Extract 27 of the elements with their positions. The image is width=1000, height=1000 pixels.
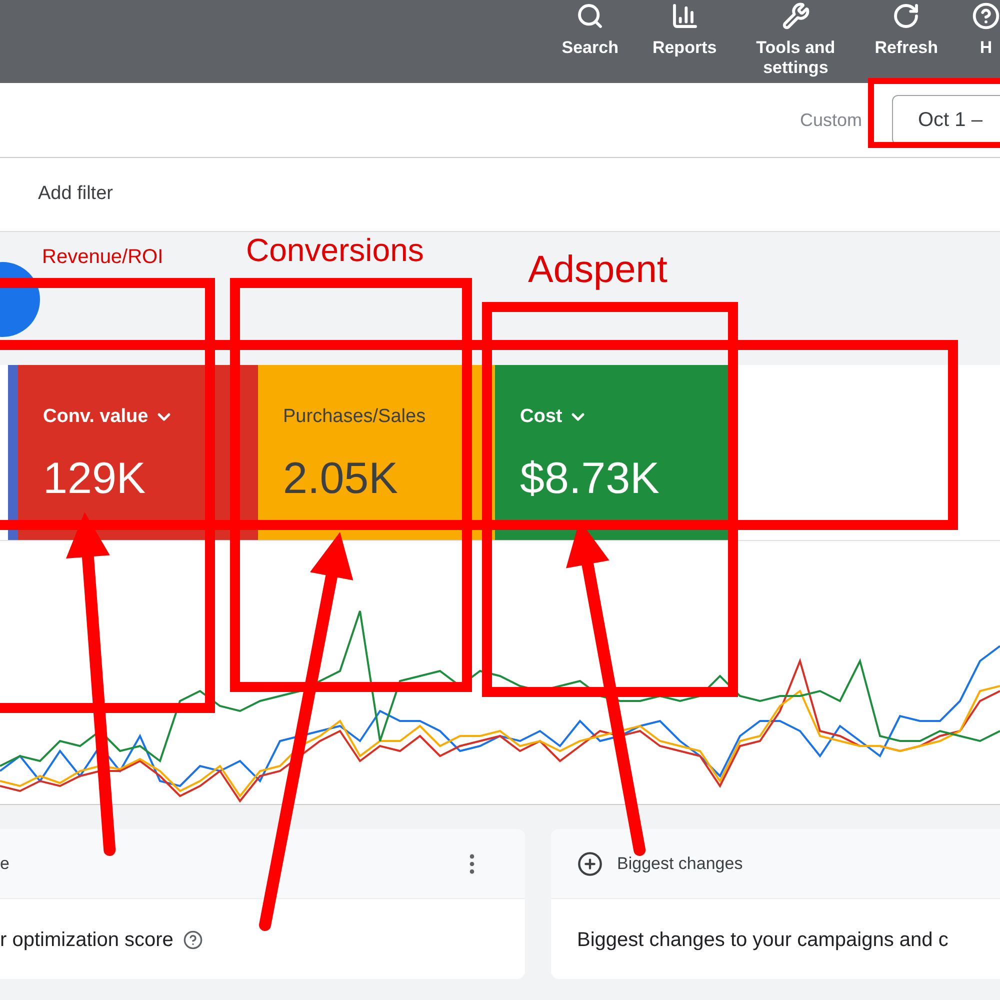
- help-icon: [972, 2, 1000, 30]
- date-range-label: Custom: [800, 108, 862, 132]
- metric-label: Purchases/Sales: [283, 405, 426, 429]
- nav-button[interactable]: Reports: [652, 2, 717, 58]
- date-range-button[interactable]: Oct 1 –: [892, 95, 1000, 145]
- card-text: Biggest changes to your campaigns and c: [576, 928, 948, 953]
- add-filter-button[interactable]: Add filter: [38, 180, 113, 209]
- card-title: Biggest changes: [617, 852, 743, 875]
- search-icon: [576, 2, 604, 30]
- annotation-text: Revenue/ROI: [42, 245, 164, 270]
- nav-button[interactable]: Search: [562, 2, 618, 58]
- nav-button[interactable]: H: [972, 2, 1000, 58]
- metric-value: $8.73K: [520, 452, 660, 504]
- metric-label: Conv. value: [43, 405, 148, 429]
- metric-value: 2.05K: [283, 452, 399, 504]
- tools-icon: [782, 2, 810, 30]
- nav-button[interactable]: Tools and settings: [750, 2, 841, 78]
- card-title: e: [0, 852, 10, 875]
- refresh-icon: [892, 2, 920, 30]
- metric-value: 129K: [43, 452, 147, 504]
- metric-label: Cost: [520, 405, 562, 429]
- annotation-text: Adspent: [528, 248, 668, 293]
- nav-button[interactable]: Refresh: [874, 2, 938, 58]
- reports-icon: [670, 2, 699, 30]
- help-icon[interactable]: [183, 930, 204, 950]
- annotation-text: Conversions: [246, 231, 424, 270]
- card-text: r optimization score: [0, 928, 174, 953]
